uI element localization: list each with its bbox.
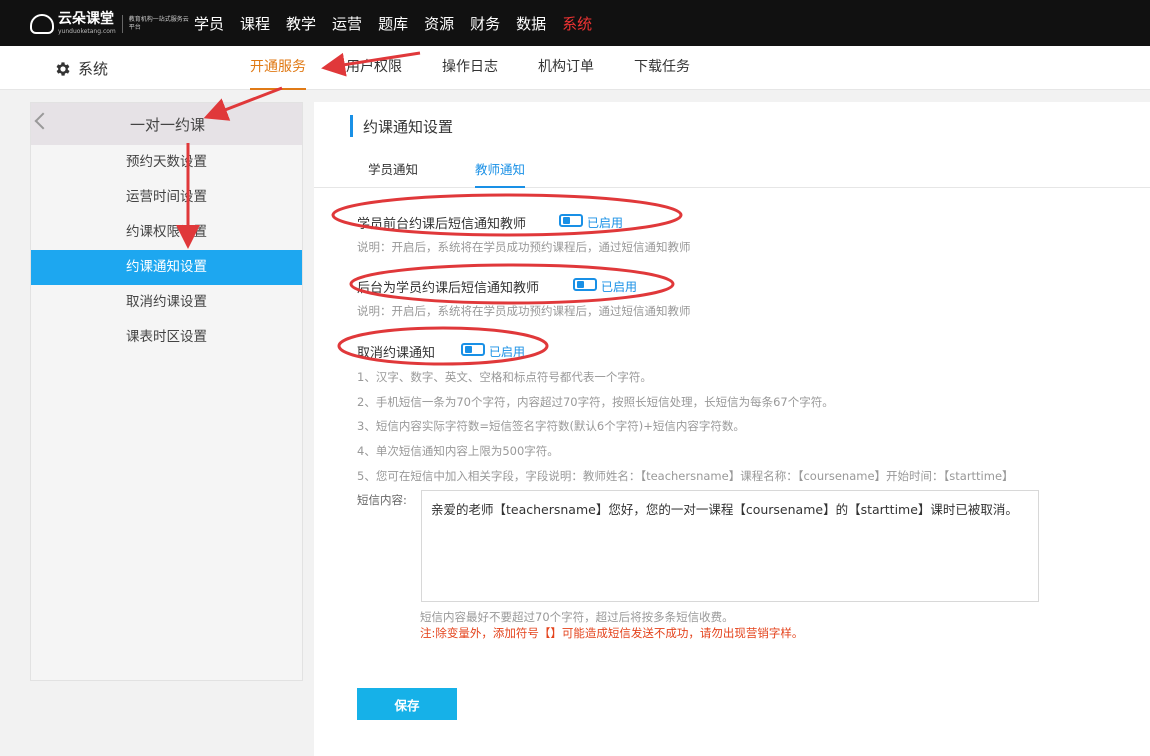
setting-frontend-booking-toggle[interactable] [559,214,583,227]
topnav-teaching[interactable]: 教学 [286,13,316,34]
setting-frontend-booking-status: 已启用 [587,216,624,230]
subtab-user-permissions[interactable]: 用户权限 [346,46,402,90]
sidebar: 一对一约课 预约天数设置 运营时间设置 约课权限设置 约课通知设置 取消约课设置… [30,102,303,681]
tab-student-notice[interactable]: 学员通知 [368,159,418,188]
system-section-label: 系统 [54,58,108,79]
setting-cancel-notice-label: 取消约课通知 [357,346,436,361]
brand-name: 云朵课堂 [58,11,114,27]
topnav-system[interactable]: 系统 [562,13,592,34]
subtab-open-service[interactable]: 开通服务 [250,46,306,90]
sms-length-hint: 短信内容最好不要超过70个字符，超过后将按多条短信收费。 [420,610,734,624]
brand-slogan: 教育机构一站式服务云平台 [128,16,189,31]
sidebar-item-booking-days[interactable]: 预约天数设置 [31,145,302,180]
setting-frontend-booking-desc: 说明：开启后，系统将在学员成功预约课程后，通过短信通知教师 [357,240,691,254]
toggle-knob [465,346,472,353]
page-title: 约课通知设置 [363,118,454,136]
notification-tabs: 学员通知 教师通知 [314,147,1150,188]
top-bar: 云朵课堂 yunduoketang.com 教育机构一站式服务云平台 学员 课程… [0,0,1150,46]
system-label: 系统 [78,60,109,78]
rule-item: 2、手机短信一条为70个字符，内容超过70字符，按照长短信处理，长短信为每条67… [357,395,834,409]
sidebar-item-cancel-booking[interactable]: 取消约课设置 [31,285,302,320]
sidebar-title: 一对一约课 [129,116,205,134]
topnav-resources[interactable]: 资源 [424,13,454,34]
topnav-students[interactable]: 学员 [194,13,224,34]
topnav-finance[interactable]: 财务 [470,13,500,34]
sidebar-item-booking-permissions[interactable]: 约课权限设置 [31,215,302,250]
toggle-knob [577,281,584,288]
brand-name-block: 云朵课堂 yunduoketang.com [58,12,116,36]
setting-frontend-booking-label: 学员前台约课后短信通知教师 [357,217,527,232]
setting-backend-booking-label: 后台为学员约课后短信通知教师 [357,281,540,296]
sms-content-input[interactable] [421,490,1039,602]
subtab-org-orders[interactable]: 机构订单 [538,46,594,90]
main-panel: 约课通知设置 学员通知 教师通知 学员前台约课后短信通知教师 已启用 说明：开启… [314,102,1150,756]
setting-backend-booking-desc: 说明：开启后，系统将在学员成功预约课程后，通过短信通知教师 [357,304,691,318]
sidebar-item-timezone[interactable]: 课表时区设置 [31,320,302,355]
sidebar-item-operating-hours[interactable]: 运营时间设置 [31,180,302,215]
sidebar-header: 一对一约课 [31,103,302,145]
rule-item: 3、短信内容实际字符数=短信签名字符数(默认6个字符)+短信内容字符数。 [357,419,745,433]
gear-icon [56,61,70,76]
sms-content-label: 短信内容: [357,493,407,507]
top-nav: 学员 课程 教学 运营 题库 资源 财务 数据 系统 [194,0,608,46]
topnav-question-bank[interactable]: 题库 [378,13,408,34]
tab-teacher-notice[interactable]: 教师通知 [475,159,526,188]
setting-cancel-notice-status: 已启用 [489,345,526,359]
brand-logo[interactable]: 云朵课堂 yunduoketang.com 教育机构一站式服务云平台 [30,8,189,40]
sub-nav: 系统 开通服务 用户权限 操作日志 机构订单 下载任务 [0,46,1150,90]
topnav-operations[interactable]: 运营 [332,13,362,34]
setting-backend-booking-toggle[interactable] [573,278,597,291]
topnav-courses[interactable]: 课程 [240,13,270,34]
rule-item: 5、您可在短信中加入相关字段，字段说明：教师姓名：【teachersname】课… [357,469,1014,483]
topnav-data[interactable]: 数据 [516,13,546,34]
subtab-download-tasks[interactable]: 下载任务 [634,46,690,90]
subtab-operation-log[interactable]: 操作日志 [442,46,498,90]
setting-cancel-notice-toggle[interactable] [461,343,485,356]
sidebar-item-booking-notifications[interactable]: 约课通知设置 [31,250,302,285]
toggle-knob [563,217,570,224]
rule-item: 4、单次短信通知内容上限为500字符。 [357,444,559,458]
rule-item: 1、汉字、数字、英文、空格和标点符号都代表一个字符。 [357,370,652,384]
sms-warning: 注:除变量外，添加符号【】可能造成短信发送不成功，请勿出现营销字样。 [420,626,804,640]
save-button[interactable]: 保存 [357,688,457,720]
cloud-logo-icon [30,14,54,34]
setting-backend-booking-status: 已启用 [601,280,638,294]
title-accent-bar [350,115,353,137]
sub-tabs: 开通服务 用户权限 操作日志 机构订单 下载任务 [250,46,730,90]
logo-divider [121,15,123,33]
brand-domain: yunduoketang.com [58,28,116,35]
